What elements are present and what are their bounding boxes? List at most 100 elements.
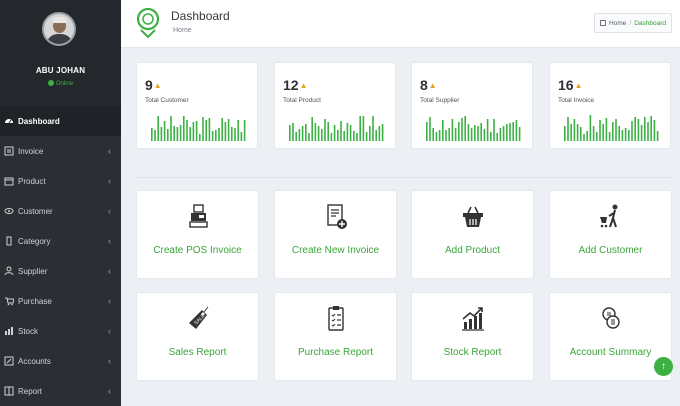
- spark-bar: [499, 128, 502, 141]
- avatar[interactable]: [42, 12, 76, 46]
- spark-bar: [305, 124, 307, 141]
- breadcrumb-home-link[interactable]: Home: [609, 20, 626, 27]
- spark-bar: [372, 116, 374, 141]
- sidebar-item-label: Report: [18, 386, 43, 396]
- spark-bar: [218, 128, 220, 141]
- supplier-icon: [4, 266, 14, 276]
- create-new-invoice-button[interactable]: Create New Invoice: [274, 190, 397, 279]
- spark-bar: [340, 121, 342, 141]
- sidebar-item-label: Supplier: [18, 266, 48, 276]
- spark-bar: [615, 119, 617, 141]
- spark-bar: [167, 129, 169, 141]
- sidebar-item-accounts[interactable]: Accounts ‹: [0, 346, 121, 376]
- create-pos-invoice-button[interactable]: Create POS Invoice: [136, 190, 259, 279]
- spark-bar: [243, 120, 246, 141]
- spark-bar: [375, 130, 377, 141]
- spark-bar: [154, 130, 156, 141]
- spark-bar: [333, 125, 336, 141]
- user-status: Online: [0, 80, 121, 87]
- spark-bar: [496, 133, 498, 141]
- stat-label: Total Product: [283, 97, 321, 104]
- sidebar-item-customer[interactable]: Customer ‹: [0, 196, 121, 226]
- spark-bar: [467, 124, 470, 141]
- scroll-to-top-button[interactable]: ↑: [654, 357, 673, 376]
- spark-bar: [650, 116, 652, 141]
- action-label: Add Customer: [578, 245, 643, 256]
- spark-bar: [362, 116, 365, 141]
- customer-cart-icon: [598, 203, 624, 231]
- spark-bar: [656, 131, 659, 141]
- sidebar-item-label: Product: [18, 176, 46, 186]
- spark-bar: [628, 130, 630, 141]
- sidebar-item-label: Purchase: [18, 296, 52, 306]
- purchase-icon: [4, 296, 15, 306]
- spark-bar: [624, 128, 627, 141]
- stat-card-invoice[interactable]: 16▲ Total Invoice: [549, 62, 671, 149]
- spark-bar: [211, 131, 214, 141]
- chevron-left-icon: ‹: [108, 236, 111, 246]
- new-invoice-icon: [323, 203, 349, 231]
- sidebar: ABU JOHAN Online Dashboard Invoice ‹ Pro…: [0, 0, 121, 406]
- page-title: Dashboard: [171, 9, 230, 23]
- add-customer-button[interactable]: Add Customer: [549, 190, 672, 279]
- spark-bar: [208, 118, 211, 141]
- spark-bar: [369, 126, 371, 141]
- sidebar-item-purchase[interactable]: Purchase ‹: [0, 286, 121, 316]
- spark-bar: [461, 118, 463, 141]
- stat-card-supplier[interactable]: 8▲ Total Supplier: [411, 62, 533, 149]
- spark-bar: [321, 129, 323, 141]
- sales-report-button[interactable]: SALE Sales Report: [136, 292, 259, 381]
- spark-bar: [576, 124, 579, 141]
- spark-bar: [451, 119, 454, 141]
- spark-bar: [634, 117, 636, 141]
- user-name: ABU JOHAN: [35, 66, 86, 75]
- spark-bar: [432, 128, 434, 141]
- sparkline-chart: [426, 116, 521, 141]
- spark-bar: [583, 134, 585, 141]
- spark-bar: [567, 117, 569, 141]
- sidebar-item-product[interactable]: Product ‹: [0, 166, 121, 196]
- basket-icon: [460, 203, 486, 231]
- spark-bar: [470, 128, 473, 141]
- stock-report-button[interactable]: Stock Report: [411, 292, 534, 381]
- coins-icon: [598, 305, 624, 333]
- sidebar-item-supplier[interactable]: Supplier ‹: [0, 256, 121, 286]
- spark-bar: [637, 119, 640, 141]
- spark-bar: [215, 130, 217, 141]
- sidebar-item-stock[interactable]: Stock ‹: [0, 316, 121, 346]
- sidebar-item-invoice[interactable]: Invoice ‹: [0, 136, 121, 166]
- stat-value: 16▲: [558, 77, 583, 93]
- divider: [136, 177, 672, 178]
- spark-bar: [311, 117, 313, 141]
- spark-bar: [231, 127, 233, 141]
- spark-bar: [295, 132, 297, 141]
- stock-chart-icon: [460, 305, 486, 333]
- purchase-report-button[interactable]: Purchase Report: [274, 292, 397, 381]
- sidebar-item-dashboard[interactable]: Dashboard: [0, 106, 121, 136]
- action-label: Sales Report: [168, 347, 227, 358]
- spark-bar: [349, 125, 352, 141]
- sidebar-item-category[interactable]: Category ‹: [0, 226, 121, 256]
- spark-bar: [454, 128, 457, 141]
- chevron-left-icon: ‹: [108, 146, 111, 156]
- brand-logo-icon[interactable]: [135, 6, 161, 40]
- up-arrow-icon: ▲: [574, 81, 583, 90]
- spark-bar: [227, 119, 230, 141]
- spark-bar: [301, 126, 304, 141]
- sidebar-item-report[interactable]: Report ‹: [0, 376, 121, 406]
- stat-card-customer[interactable]: 9▲ Total Customer: [136, 62, 258, 149]
- app-frame: ABU JOHAN Online Dashboard Invoice ‹ Pro…: [0, 0, 680, 406]
- stat-card-product[interactable]: 12▲ Total Product: [274, 62, 396, 149]
- spark-bar: [512, 122, 514, 141]
- stat-value: 8▲: [420, 77, 437, 93]
- pos-invoice-icon: [185, 203, 211, 231]
- add-product-button[interactable]: Add Product: [411, 190, 534, 279]
- spark-bar: [199, 134, 201, 141]
- sparkline-chart: [151, 116, 246, 141]
- action-label: Purchase Report: [297, 347, 374, 358]
- spark-bar: [502, 126, 505, 141]
- spark-bar: [438, 130, 441, 141]
- up-arrow-icon: ▲: [153, 81, 162, 90]
- spark-bar: [163, 121, 166, 141]
- sidebar-item-label: Category: [18, 236, 51, 246]
